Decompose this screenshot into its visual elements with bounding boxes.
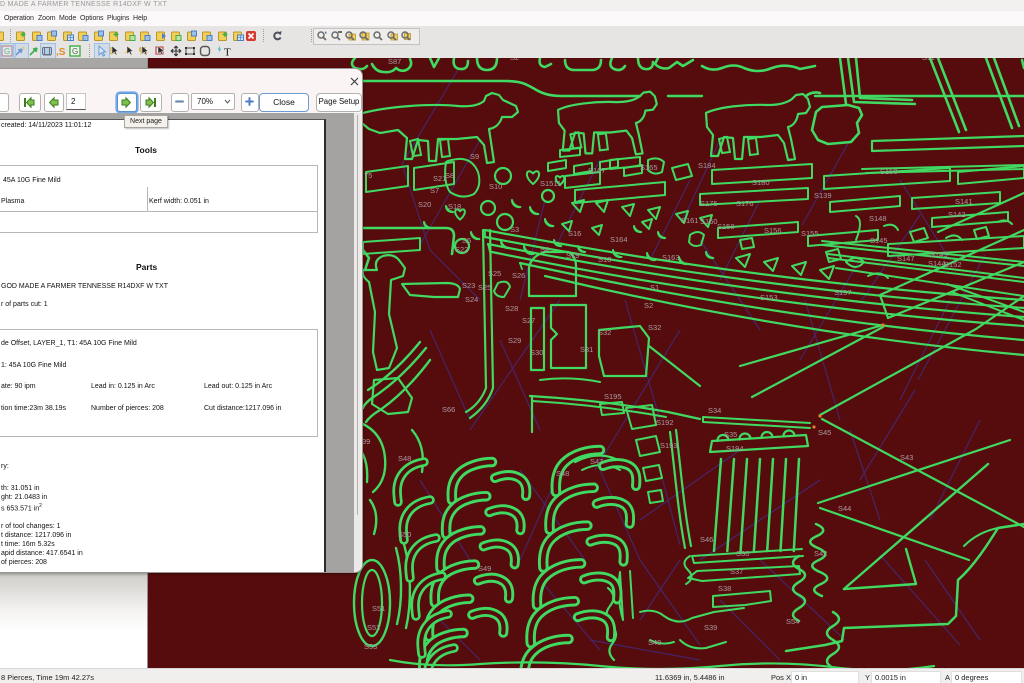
svg-text:S194: S194 <box>726 444 744 453</box>
svg-text:S30: S30 <box>530 348 543 357</box>
svg-text:S160: S160 <box>700 217 718 226</box>
svg-text:S143: S143 <box>930 250 948 259</box>
svg-text:S10: S10 <box>489 182 502 191</box>
svg-text:S18: S18 <box>448 202 461 211</box>
svg-text:S48: S48 <box>398 454 411 463</box>
svg-text:S44: S44 <box>838 504 851 513</box>
svg-text:S87: S87 <box>388 58 401 66</box>
svg-text:S38: S38 <box>718 584 731 593</box>
svg-text:S29: S29 <box>508 336 521 345</box>
svg-text:S36: S36 <box>736 549 749 558</box>
svg-text:S193: S193 <box>660 441 678 450</box>
svg-text:S54: S54 <box>786 617 799 626</box>
svg-text:S144: S144 <box>928 259 946 268</box>
svg-text:S31: S31 <box>580 345 593 354</box>
svg-text:S4: S4 <box>540 245 549 254</box>
svg-text:S175: S175 <box>700 199 718 208</box>
svg-text:S2: S2 <box>510 58 519 62</box>
svg-text:S147: S147 <box>897 254 915 263</box>
svg-text:S20: S20 <box>418 200 431 209</box>
svg-text:S141: S141 <box>955 197 973 206</box>
svg-text:S34: S34 <box>708 406 721 415</box>
svg-text:S156: S156 <box>764 226 782 235</box>
svg-text:S153: S153 <box>760 293 778 302</box>
svg-text:S176: S176 <box>736 199 754 208</box>
svg-text:S152: S152 <box>944 260 962 269</box>
svg-text:S49: S49 <box>478 564 491 573</box>
svg-text:S25: S25 <box>478 283 491 292</box>
svg-text:S157: S157 <box>834 288 852 297</box>
svg-text:S28: S28 <box>505 304 518 313</box>
svg-text:S9: S9 <box>470 152 479 161</box>
svg-text:S37: S37 <box>730 567 743 576</box>
svg-text:S148: S148 <box>869 214 887 223</box>
svg-text:S18: S18 <box>598 255 611 264</box>
svg-text:S51: S51 <box>372 604 385 613</box>
svg-text:S145: S145 <box>870 236 888 245</box>
svg-text:S1: S1 <box>650 283 659 292</box>
svg-text:S19: S19 <box>566 251 579 260</box>
svg-text:S39: S39 <box>704 623 717 632</box>
svg-text:S43: S43 <box>900 453 913 462</box>
svg-text:G: G <box>72 47 78 56</box>
svg-text:S40: S40 <box>648 638 661 647</box>
svg-text:S192: S192 <box>656 418 674 427</box>
svg-text:S52: S52 <box>367 623 380 632</box>
svg-text:S184: S184 <box>698 161 716 170</box>
svg-text:S35: S35 <box>724 430 737 439</box>
svg-text:S5: S5 <box>462 236 471 245</box>
svg-text:S32: S32 <box>648 323 661 332</box>
svg-text:S164: S164 <box>610 235 628 244</box>
svg-text:S155: S155 <box>801 229 819 238</box>
svg-text:S161: S161 <box>681 216 699 225</box>
svg-text:S46: S46 <box>700 535 713 544</box>
svg-text:S180: S180 <box>752 178 770 187</box>
svg-text:S27: S27 <box>522 316 535 325</box>
svg-text:S2: S2 <box>644 301 653 310</box>
svg-text:S167: S167 <box>588 166 606 175</box>
svg-text:S8: S8 <box>445 171 454 180</box>
svg-text:S139: S139 <box>814 191 832 200</box>
svg-text:S16: S16 <box>568 229 581 238</box>
svg-text:S32: S32 <box>598 328 611 337</box>
svg-text:S142: S142 <box>948 210 966 219</box>
svg-text:S12: S12 <box>922 58 935 62</box>
svg-text:75: 75 <box>364 171 372 180</box>
svg-text:S48: S48 <box>556 469 569 478</box>
svg-text:S21: S21 <box>433 174 446 183</box>
svg-text:S165: S165 <box>640 163 658 172</box>
svg-text:S7: S7 <box>430 186 439 195</box>
svg-text:S45: S45 <box>818 428 831 437</box>
svg-text:S42: S42 <box>814 549 827 558</box>
svg-text:S1511: S1511 <box>540 179 561 188</box>
svg-text:S26: S26 <box>512 271 525 280</box>
svg-text:S53: S53 <box>364 642 377 651</box>
svg-text:S158: S158 <box>717 222 735 231</box>
svg-text:S195: S195 <box>604 392 622 401</box>
svg-text:S66: S66 <box>442 405 455 414</box>
svg-text:S163: S163 <box>662 253 680 262</box>
svg-text:,S: ,S <box>56 47 66 57</box>
svg-text:S3: S3 <box>510 225 519 234</box>
svg-text:99: 99 <box>362 437 370 446</box>
svg-text:S23: S23 <box>462 281 475 290</box>
svg-text:S150: S150 <box>880 167 898 176</box>
svg-text:T: T <box>224 47 231 58</box>
svg-text:S25: S25 <box>488 269 501 278</box>
svg-text:S22: S22 <box>455 245 468 254</box>
svg-text:S24: S24 <box>465 295 478 304</box>
svg-text:S50: S50 <box>398 530 411 539</box>
svg-text:S47: S47 <box>590 457 603 466</box>
